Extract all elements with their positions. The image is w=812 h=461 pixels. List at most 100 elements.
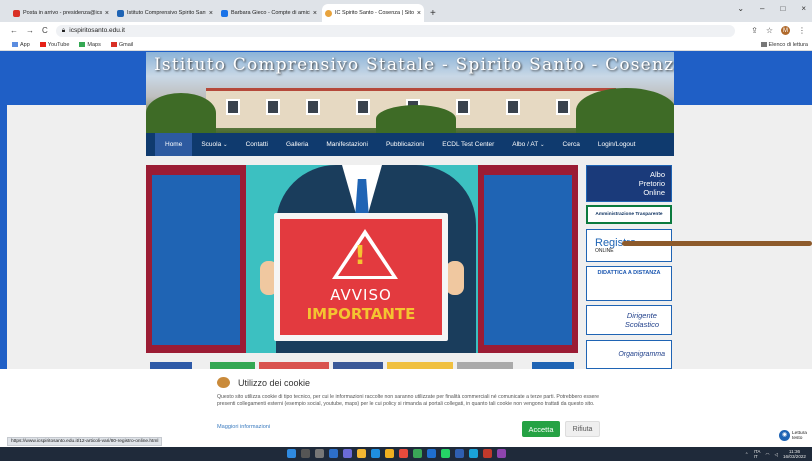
- app-icon[interactable]: [497, 449, 506, 458]
- app-icon[interactable]: [455, 449, 464, 458]
- left-panel-inner: [152, 175, 240, 345]
- close-window-icon[interactable]: ×: [801, 4, 806, 13]
- avatar[interactable]: M: [781, 26, 790, 35]
- share-button[interactable]: [259, 362, 329, 369]
- apps-icon: [12, 42, 18, 47]
- amministrazione-trasparente-link[interactable]: Amministrazione Trasparente: [586, 205, 672, 224]
- tree: [576, 88, 674, 133]
- more-info-link[interactable]: Maggiori informazioni: [217, 424, 270, 430]
- dirigente-scolastico-link[interactable]: Dirigente Scolastico: [586, 305, 672, 335]
- volume-icon[interactable]: ◁: [774, 452, 778, 457]
- organigramma-link[interactable]: Organigramma: [586, 340, 672, 369]
- bookmark-label: Maps: [87, 41, 101, 48]
- accept-button[interactable]: Accetta: [522, 421, 560, 437]
- exclamation-mark: !: [354, 241, 366, 271]
- didattica-distanza-link[interactable]: DIDATTICA A DISTANZA: [586, 266, 672, 301]
- app-icon[interactable]: [469, 449, 478, 458]
- nav-login[interactable]: Login/Logout: [589, 133, 645, 156]
- site-favicon-icon: [117, 9, 124, 17]
- hero-line-1: AVVISO: [330, 286, 392, 304]
- bookmark-gmail[interactable]: Gmail: [110, 41, 134, 48]
- share-button[interactable]: [150, 362, 192, 369]
- share-button[interactable]: [532, 362, 574, 369]
- reader-widget[interactable]: ◉ Lettura testo: [779, 430, 807, 441]
- site-favicon-icon: [325, 9, 332, 17]
- albo-pretorio-link[interactable]: Albo Pretorio Online: [586, 165, 672, 202]
- bookmark-label: Gmail: [118, 41, 134, 48]
- right-panel: [478, 165, 578, 353]
- bookmark-app[interactable]: App: [12, 42, 30, 48]
- avviso-importante-image[interactable]: ! AVVISO IMPORTANTE: [146, 165, 578, 353]
- clock[interactable]: 11:36 16/03/2022: [783, 449, 806, 459]
- tab-posta[interactable]: Posta in arrivo - presidenza@icsp ×: [10, 4, 112, 22]
- share-icon[interactable]: ⇪: [751, 26, 758, 35]
- nav-manifestazioni[interactable]: Manifestazioni: [317, 133, 377, 156]
- folder-icon[interactable]: [385, 449, 394, 458]
- hero-line-2: IMPORTANTE: [306, 305, 416, 323]
- nav-home[interactable]: Home: [155, 133, 193, 156]
- close-icon[interactable]: ×: [105, 10, 109, 17]
- word-icon[interactable]: [427, 449, 436, 458]
- store-icon[interactable]: [413, 449, 422, 458]
- window: [266, 99, 280, 115]
- tab-title: Posta in arrivo - presidenza@icsp: [23, 10, 102, 16]
- search-icon[interactable]: [301, 449, 310, 458]
- share-button[interactable]: [457, 362, 513, 369]
- back-icon[interactable]: ←: [10, 26, 18, 35]
- left-panel: [146, 165, 246, 353]
- windows-start-icon[interactable]: [287, 449, 296, 458]
- chevron-up-icon[interactable]: ⌃: [745, 452, 749, 457]
- reader-label: Lettura testo: [792, 430, 807, 441]
- chevron-down-icon: ⌄: [540, 141, 545, 148]
- star-icon[interactable]: ☆: [766, 26, 773, 35]
- language-indicator[interactable]: ITA IT: [754, 449, 761, 459]
- window-controls: ⌄ – □ ×: [737, 4, 806, 13]
- nav-label: Scuola: [201, 141, 222, 148]
- widgets-icon[interactable]: [329, 449, 338, 458]
- close-icon[interactable]: ×: [209, 10, 213, 17]
- nav-galleria[interactable]: Galleria: [277, 133, 317, 156]
- nav-cerca[interactable]: Cerca: [554, 133, 589, 156]
- nav-ecdl[interactable]: ECDL Test Center: [433, 133, 503, 156]
- nav-albo-at[interactable]: Albo / AT ⌄: [503, 133, 553, 156]
- share-button[interactable]: [387, 362, 453, 369]
- reading-list[interactable]: Elenco di lettura: [760, 42, 808, 48]
- system-tray: ⌃ ITA IT ◠ ◁ 11:36 16/03/2022: [745, 449, 806, 459]
- nav-contatti[interactable]: Contatti: [237, 133, 277, 156]
- window: [226, 99, 240, 115]
- bookmark-maps[interactable]: Maps: [79, 41, 101, 48]
- chrome-icon[interactable]: [399, 449, 408, 458]
- tab-ic-spirito-santo[interactable]: IC Spirito Santo - Cosenza | Sito ×: [322, 4, 424, 22]
- edge-icon[interactable]: [371, 449, 380, 458]
- url-text: icspiritosanto.edu.it: [69, 27, 125, 34]
- url-field[interactable]: 🔒︎ icspiritosanto.edu.it: [55, 24, 736, 37]
- app-icon[interactable]: [483, 449, 492, 458]
- chevron-down-icon: ⌄: [223, 141, 228, 148]
- file-explorer-icon[interactable]: [357, 449, 366, 458]
- reject-button[interactable]: Rifiuta: [565, 421, 600, 437]
- chevron-down-icon[interactable]: ⌄: [737, 4, 744, 13]
- site-title: Istituto Comprensivo Statale - Spirito S…: [154, 55, 674, 75]
- tab-title: Istituto Comprensivo Spirito Sant: [127, 10, 206, 16]
- wifi-icon[interactable]: ◠: [765, 452, 769, 457]
- new-tab-button[interactable]: +: [430, 8, 436, 19]
- cookie-banner: Utilizzo dei cookie Questo sito utilizza…: [0, 369, 812, 447]
- task-view-icon[interactable]: [315, 449, 324, 458]
- teams-icon[interactable]: [343, 449, 352, 458]
- whatsapp-icon[interactable]: [441, 449, 450, 458]
- bookmark-youtube[interactable]: YouTube: [39, 42, 69, 48]
- forward-icon[interactable]: →: [26, 26, 34, 35]
- close-icon[interactable]: ×: [417, 10, 421, 17]
- window: [356, 99, 370, 115]
- maximize-icon[interactable]: □: [780, 4, 785, 13]
- nav-scuola[interactable]: Scuola ⌄: [192, 133, 236, 156]
- share-button[interactable]: [333, 362, 383, 369]
- menu-icon[interactable]: ⋮: [798, 26, 806, 35]
- tab-barbara[interactable]: Barbara Gieco - Compte di amici ×: [218, 4, 320, 22]
- reload-icon[interactable]: C: [42, 26, 48, 35]
- nav-pubblicazioni[interactable]: Pubblicazioni: [377, 133, 433, 156]
- minimize-icon[interactable]: –: [760, 4, 764, 13]
- share-button[interactable]: [210, 362, 255, 369]
- close-icon[interactable]: ×: [313, 10, 317, 17]
- tab-istituto[interactable]: Istituto Comprensivo Spirito Sant ×: [114, 4, 216, 22]
